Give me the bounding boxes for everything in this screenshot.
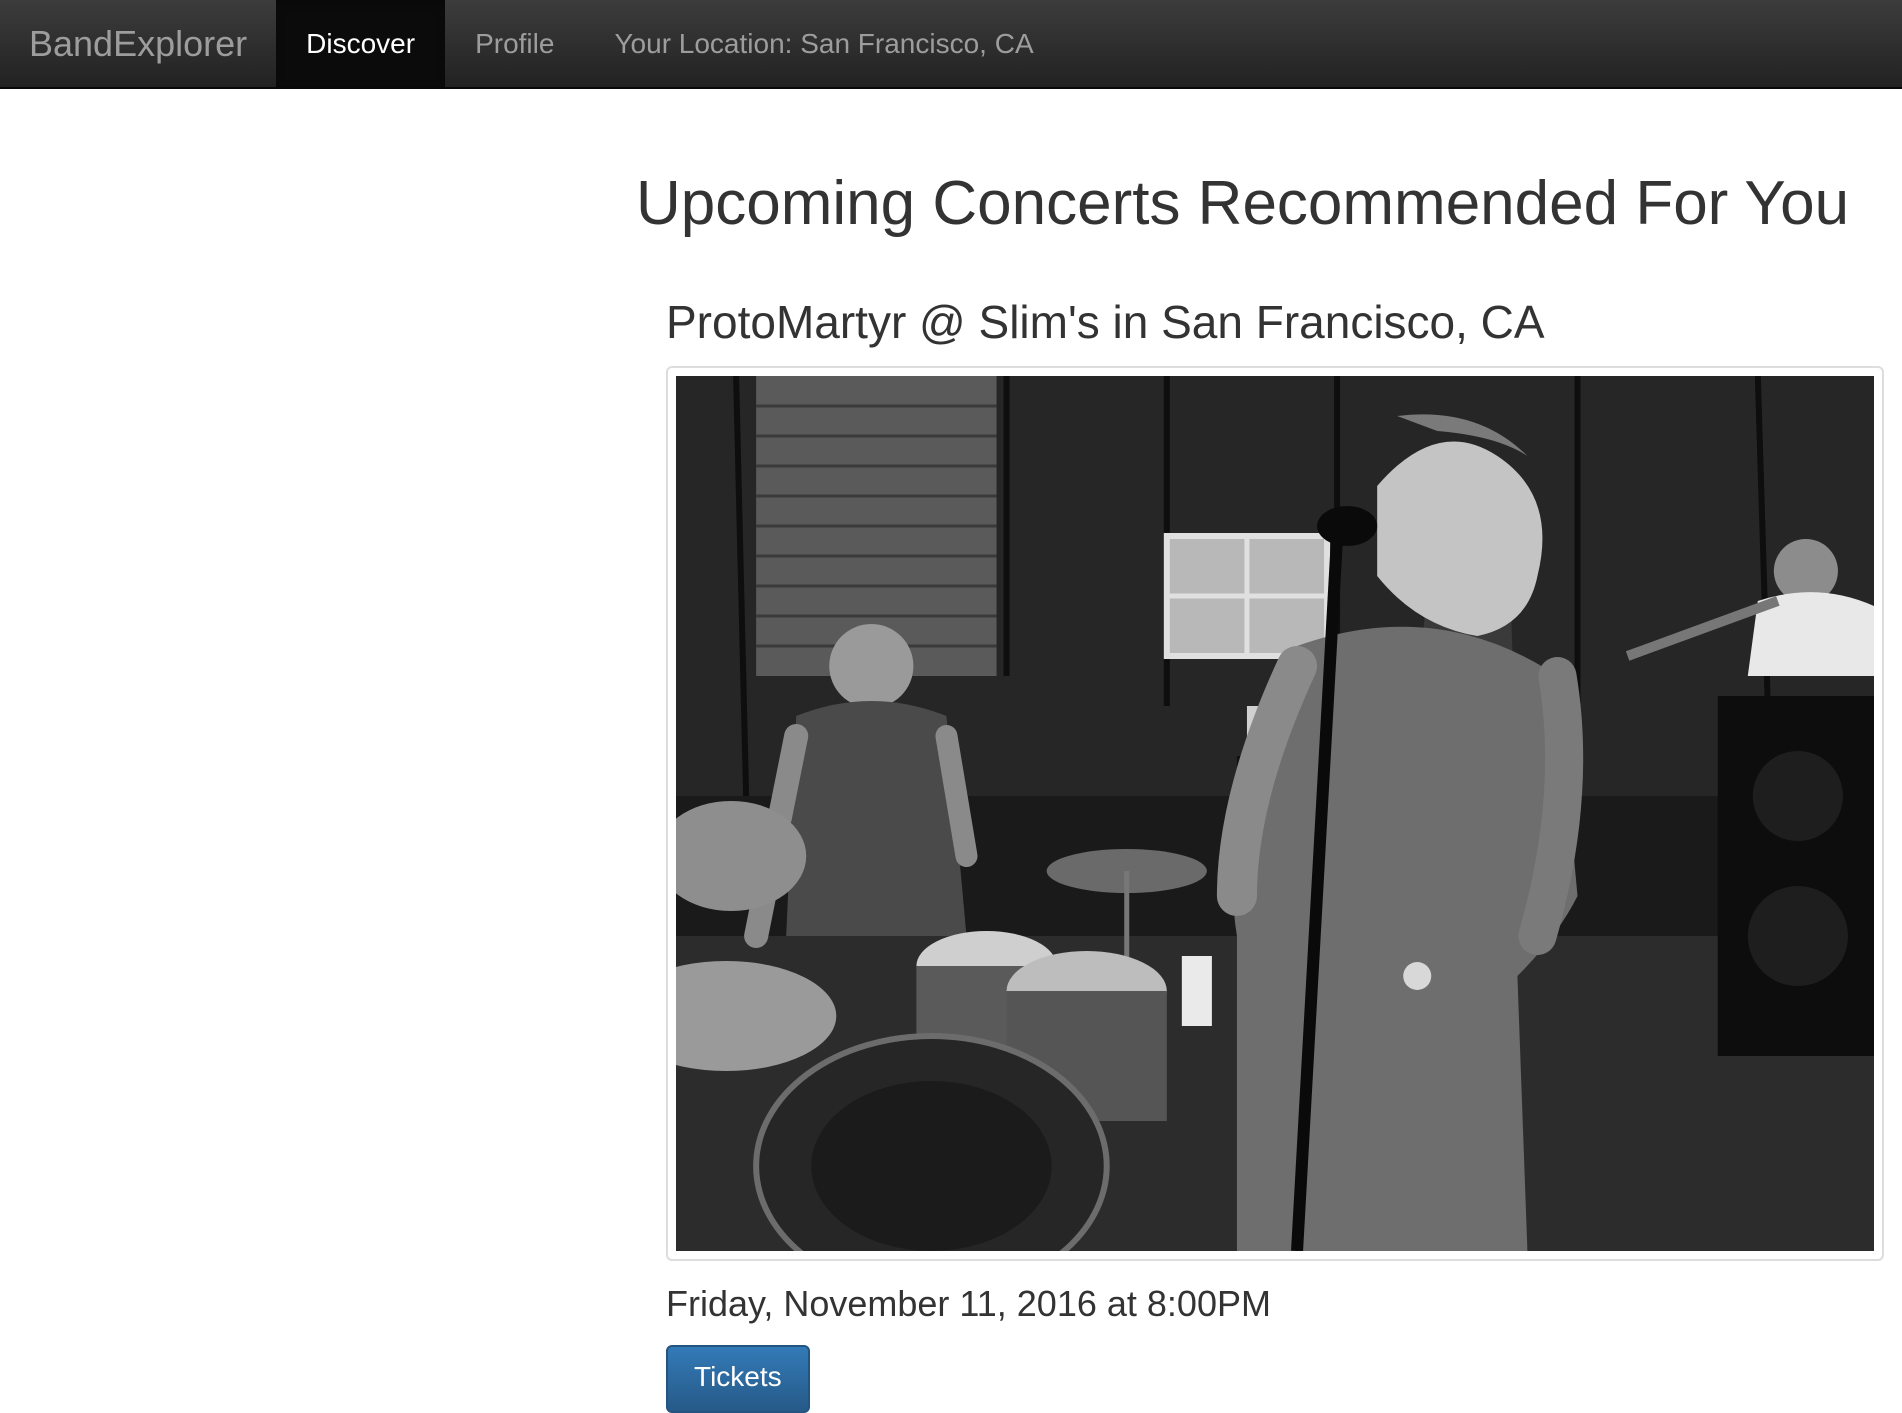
concert-date: Friday, November 11, 2016 at 8:00PM [666, 1283, 1271, 1325]
nav-discover[interactable]: Discover [276, 0, 446, 87]
concert-card: ProtoMartyr @ Slim's in San Francisco, C… [666, 295, 1886, 1413]
tickets-button[interactable]: Tickets [666, 1345, 810, 1413]
top-navbar: BandExplorer Discover Profile Your Locat… [0, 0, 1902, 89]
page-title: Upcoming Concerts Recommended For You [636, 169, 1850, 238]
concert-photo-frame [666, 366, 1884, 1262]
brand-link[interactable]: BandExplorer [0, 0, 276, 87]
nav-location-text: Your Location: San Francisco, CA [614, 27, 1034, 59]
nav-profile[interactable]: Profile [445, 0, 584, 87]
concert-title: ProtoMartyr @ Slim's in San Francisco, C… [666, 296, 1545, 348]
band-photo [676, 376, 1874, 1252]
